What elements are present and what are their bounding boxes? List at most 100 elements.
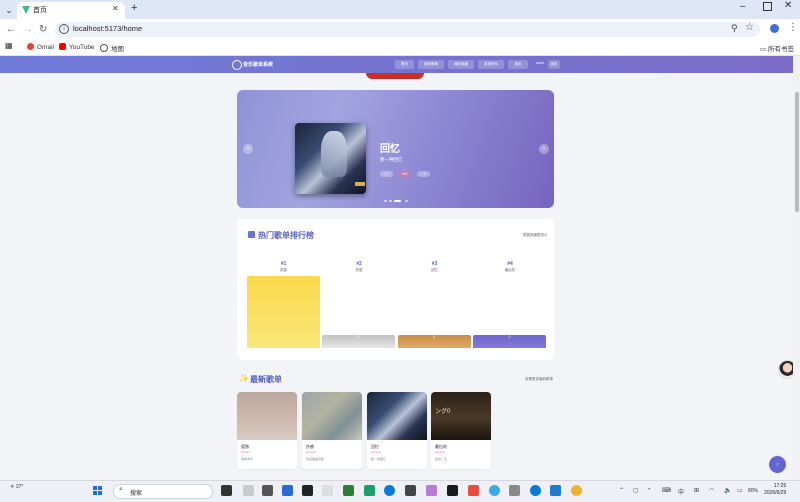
browser-menu-icon[interactable]: ⋮ — [788, 22, 798, 33]
tab-search-icon[interactable]: ⌄ — [3, 4, 15, 16]
folder-icon: ▭ — [760, 46, 768, 53]
playlist-cover-image[interactable]: ング0 — [431, 392, 491, 440]
new-tab-icon[interactable]: + — [131, 2, 137, 14]
start-icon — [93, 486, 97, 490]
forward-icon[interactable]: → — [23, 24, 33, 35]
edge-icon[interactable] — [530, 485, 541, 496]
keyboard-icon[interactable]: ⌨ — [662, 487, 671, 494]
chip-value: 1 — [386, 172, 389, 176]
rank-number: #4 — [507, 261, 513, 267]
wifi-icon[interactable]: ◠ — [709, 487, 714, 494]
address-bar[interactable]: i localhost:5173/home ⚲ ☆ — [55, 22, 760, 37]
nav-logout[interactable]: 退出 — [508, 60, 528, 69]
taskview-icon[interactable] — [221, 485, 232, 496]
app-icon[interactable] — [468, 485, 479, 496]
bookmark-star-icon[interactable]: ☆ — [745, 22, 754, 33]
vscode-icon[interactable] — [550, 485, 561, 496]
profile-avatar-icon[interactable] — [770, 24, 779, 33]
like-chip[interactable]: ♥ 0 — [398, 171, 412, 177]
nav-favorites[interactable]: 我的收藏 — [448, 60, 474, 69]
reload-icon[interactable]: ↻ — [39, 24, 47, 35]
github-icon[interactable] — [302, 485, 313, 496]
carousel-dot[interactable] — [405, 200, 408, 202]
site-info-icon[interactable]: i — [59, 24, 69, 34]
windows-taskbar: ☀ 37° ⌕ 搜索 ⌃ ◻ ◔ ⌨ 中 ⊞ ◠ 🔈 ▭ 80% 17:25 2… — [0, 480, 800, 502]
playlist-cover-image[interactable] — [237, 392, 297, 440]
chrome-icon[interactable] — [571, 485, 582, 496]
floating-action-button[interactable]: ▢ — [769, 456, 786, 473]
bookmark-label: Gmail — [37, 44, 54, 51]
carousel-dot[interactable] — [384, 200, 387, 202]
tray-icon[interactable]: ◻ — [633, 487, 638, 494]
window-maximize-icon[interactable] — [763, 2, 772, 11]
featured-cover-image[interactable] — [295, 123, 366, 194]
file-icon[interactable] — [243, 485, 254, 496]
playlist-card[interactable]: ング0 最后的 ● 0 ● 0 最后一天 — [431, 392, 491, 469]
bookmark-youtube[interactable]: YouTube — [59, 43, 95, 51]
volume-icon[interactable]: 🔈 — [724, 487, 731, 494]
ime-indicator[interactable]: 中 — [678, 487, 684, 496]
nav-my-playlists[interactable]: 我的歌单 — [418, 60, 444, 69]
app-icon[interactable] — [364, 485, 375, 496]
edge-icon[interactable] — [384, 485, 395, 496]
carousel-next-icon[interactable]: › — [539, 144, 549, 154]
playlist-card[interactable]: 孤独 ● 0 ● 1 孤独青年 — [237, 392, 297, 469]
carousel-prev-icon[interactable]: ‹ — [243, 144, 253, 154]
playlist-cover-image[interactable] — [367, 392, 427, 440]
app-icon[interactable] — [322, 485, 333, 496]
ranking-bar[interactable]: 0 — [397, 335, 471, 348]
assistant-avatar[interactable] — [778, 360, 793, 379]
playlist-card[interactable]: 伤感 ● 0 ● 0 伤感歌曲合集 — [302, 392, 362, 469]
all-bookmarks[interactable]: ▭ 所有书签 — [760, 43, 794, 53]
ranking-bar[interactable] — [246, 276, 320, 348]
ranking-bar[interactable]: 0 — [473, 335, 546, 348]
apps-grid-icon[interactable]: ▦ — [5, 41, 13, 50]
bar-label: 0 — [433, 335, 435, 339]
tray-chevron-icon[interactable]: ⌃ — [619, 487, 624, 494]
window-close-icon[interactable]: ✕ — [784, 0, 792, 11]
rank-playlist-name: 伤感 — [355, 268, 363, 272]
ime-icon[interactable]: ⊞ — [694, 487, 699, 494]
window-minimize-icon[interactable]: – — [740, 1, 746, 12]
jetbrains-icon[interactable] — [447, 485, 458, 496]
nav-label: 退出 — [550, 62, 558, 66]
carousel-dot-active[interactable] — [394, 200, 401, 202]
bar-label: 0 — [357, 335, 360, 339]
playlist-cover-image[interactable] — [302, 392, 362, 440]
nav-home[interactable]: 首页 — [395, 60, 414, 69]
scrollbar-thumb[interactable] — [795, 92, 799, 212]
carousel-dot[interactable] — [389, 200, 392, 202]
taskbar-search[interactable]: ⌕ 搜索 — [113, 484, 213, 499]
playlist-card[interactable]: 回忆 ● 0 ● 1 那一种回忆 — [367, 392, 427, 469]
app-icon[interactable] — [262, 485, 273, 496]
all-bookmarks-label: 所有书签 — [767, 46, 794, 53]
rank-number: #2 — [356, 261, 362, 267]
weather-widget[interactable]: ☀ 37° — [10, 484, 23, 490]
cover-text: ング0 — [435, 409, 451, 415]
bookmark-maps[interactable]: 地图 — [100, 43, 124, 53]
bookmark-gmail[interactable]: Gmail — [27, 43, 54, 51]
app-icon[interactable] — [405, 485, 416, 496]
tray-icon[interactable]: ◔ — [647, 487, 651, 493]
app-icon[interactable] — [343, 485, 354, 496]
tab-close-icon[interactable]: ✕ — [112, 4, 119, 13]
start-button[interactable] — [93, 486, 103, 496]
user-logout-button[interactable]: 退出 — [548, 60, 560, 69]
zoom-icon[interactable]: ⚲ — [731, 23, 738, 34]
nav-discover[interactable]: 发现音乐 — [478, 60, 504, 69]
app-icon[interactable] — [426, 485, 437, 496]
app-title: 音乐歌单系统 — [243, 62, 274, 68]
app-icon[interactable] — [282, 485, 293, 496]
ranking-bar[interactable]: 0 — [322, 335, 395, 348]
clock[interactable]: 17:25 2026/6/29 — [764, 483, 786, 497]
app-icon[interactable] — [509, 485, 520, 496]
back-icon[interactable]: ← — [6, 24, 16, 35]
tab-home[interactable]: 首页 ✕ — [17, 2, 125, 19]
battery-icon[interactable]: ▭ — [737, 487, 743, 494]
newest-more-link[interactable]: 查看更多最新歌单 — [525, 377, 553, 382]
app-icon[interactable] — [489, 485, 500, 496]
featured-carousel[interactable]: ‹ › 回忆 那一种回忆 ♪ 1 ♥ 0 ◌ 0 — [237, 90, 554, 208]
ranking-chart: #1 孤独 #2 伤感 0 #3 回忆 0 #4 最后的 0 — [246, 219, 546, 360]
comment-chip[interactable]: ◌ 0 — [417, 171, 430, 177]
url-text[interactable]: localhost:5173/home — [73, 24, 142, 33]
